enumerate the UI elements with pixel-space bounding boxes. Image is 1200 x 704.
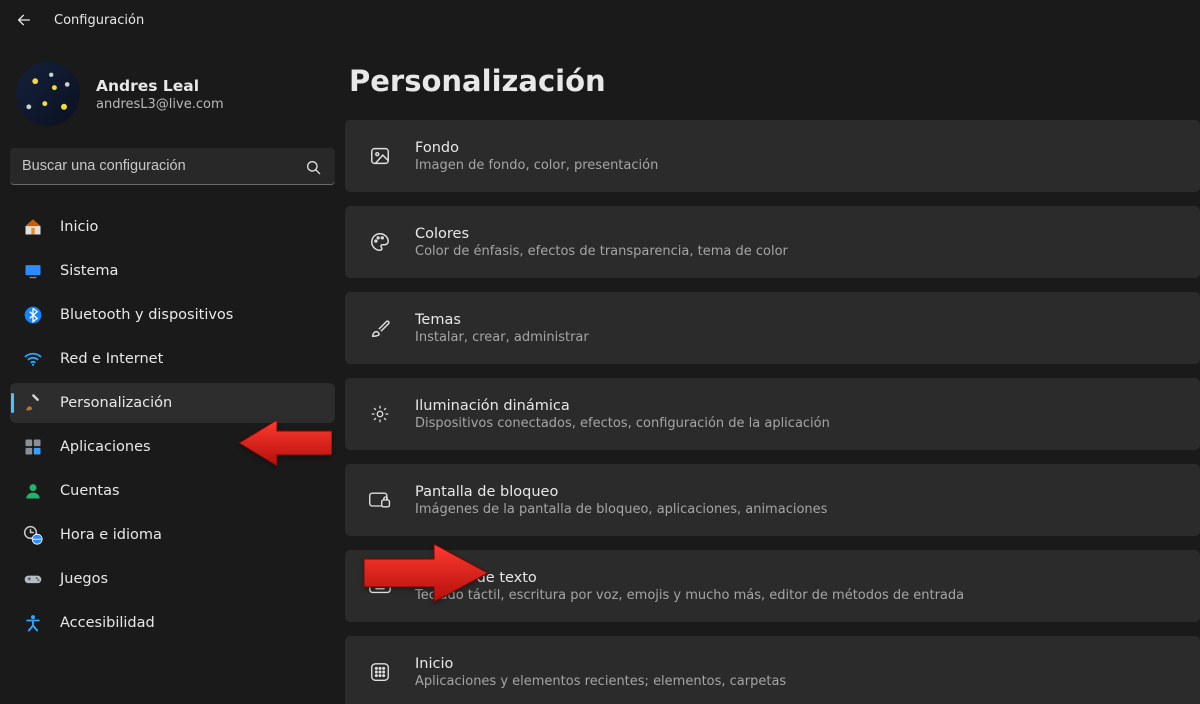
card-colors[interactable]: Colores Color de énfasis, efectos de tra… [345,206,1200,278]
page-title: Personalización [345,64,1200,120]
main-panel: Personalización Fondo Imagen de fondo, c… [345,40,1200,704]
apps-icon [22,436,44,458]
card-subtitle: Instalar, crear, administrar [415,330,589,345]
card-title: Temas [415,312,589,328]
card-title: Entrada de texto [415,570,964,586]
sidebar-item-personalization[interactable]: Personalización [10,383,335,423]
card-title: Fondo [415,140,658,156]
keyboard-icon [367,573,393,599]
sidebar-item-network[interactable]: Red e Internet [10,339,335,379]
sidebar-item-label: Red e Internet [60,351,163,367]
card-title: Pantalla de bloqueo [415,484,827,500]
card-subtitle: Imagen de fondo, color, presentación [415,158,658,173]
bluetooth-icon [22,304,44,326]
card-lock-screen[interactable]: Pantalla de bloqueo Imágenes de la panta… [345,464,1200,536]
sidebar-item-accessibility[interactable]: Accesibilidad [10,603,335,643]
sidebar-item-label: Sistema [60,263,118,279]
user-name: Andres Leal [96,77,224,95]
card-text: Inicio Aplicaciones y elementos reciente… [415,656,786,689]
palette-icon [367,229,393,255]
app-title: Configuración [54,13,144,28]
card-list: Fondo Imagen de fondo, color, presentaci… [345,120,1200,704]
card-subtitle: Color de énfasis, efectos de transparenc… [415,244,788,259]
accessibility-icon [22,612,44,634]
time-lang-icon [22,524,44,546]
sidebar-item-accounts[interactable]: Cuentas [10,471,335,511]
card-subtitle: Teclado táctil, escritura por voz, emoji… [415,588,964,603]
search-wrap [10,148,335,185]
title-bar: Configuración [0,0,1200,40]
card-text: Fondo Imagen de fondo, color, presentaci… [415,140,658,173]
user-block[interactable]: Andres Leal andresL3@live.com [10,54,335,144]
image-icon [367,143,393,169]
start-icon [367,659,393,685]
body: Andres Leal andresL3@live.com [0,40,1200,704]
system-icon [22,260,44,282]
avatar [16,62,80,126]
sidebar-item-label: Bluetooth y dispositivos [60,307,233,323]
card-text: Pantalla de bloqueo Imágenes de la panta… [415,484,827,517]
nav: Inicio Sistema [10,207,335,643]
spark-icon [367,401,393,427]
gamepad-icon [22,568,44,590]
card-start[interactable]: Inicio Aplicaciones y elementos reciente… [345,636,1200,704]
search-input[interactable] [10,148,335,185]
lock-screen-icon [367,487,393,513]
card-text: Entrada de texto Teclado táctil, escritu… [415,570,964,603]
card-text-input[interactable]: Entrada de texto Teclado táctil, escritu… [345,550,1200,622]
card-text: Temas Instalar, crear, administrar [415,312,589,345]
sidebar-item-gaming[interactable]: Juegos [10,559,335,599]
card-text: Iluminación dinámica Dispositivos conect… [415,398,830,431]
sidebar-item-label: Juegos [60,571,108,587]
user-text: Andres Leal andresL3@live.com [96,77,224,112]
user-email: andresL3@live.com [96,97,224,112]
sidebar-item-apps[interactable]: Aplicaciones [10,427,335,467]
card-title: Colores [415,226,788,242]
brush-icon [22,392,44,414]
search-icon [305,159,321,175]
sidebar-item-label: Aplicaciones [60,439,151,455]
sidebar-item-home[interactable]: Inicio [10,207,335,247]
back-button[interactable] [12,8,36,32]
sidebar-item-time-lang[interactable]: Hora e idioma [10,515,335,555]
sidebar-item-label: Inicio [60,219,98,235]
sidebar: Andres Leal andresL3@live.com [0,40,345,704]
account-icon [22,480,44,502]
card-background[interactable]: Fondo Imagen de fondo, color, presentaci… [345,120,1200,192]
card-title: Iluminación dinámica [415,398,830,414]
sidebar-item-label: Accesibilidad [60,615,155,631]
sidebar-item-label: Cuentas [60,483,120,499]
card-subtitle: Imágenes de la pantalla de bloqueo, apli… [415,502,827,517]
brush-icon [367,315,393,341]
sidebar-item-bluetooth[interactable]: Bluetooth y dispositivos [10,295,335,335]
wifi-icon [22,348,44,370]
card-subtitle: Aplicaciones y elementos recientes; elem… [415,674,786,689]
card-dynamic-lighting[interactable]: Iluminación dinámica Dispositivos conect… [345,378,1200,450]
card-subtitle: Dispositivos conectados, efectos, config… [415,416,830,431]
sidebar-item-label: Personalización [60,395,172,411]
card-title: Inicio [415,656,786,672]
settings-app: Configuración Andres Leal andresL3@live.… [0,0,1200,704]
sidebar-item-system[interactable]: Sistema [10,251,335,291]
home-icon [22,216,44,238]
sidebar-item-label: Hora e idioma [60,527,162,543]
card-themes[interactable]: Temas Instalar, crear, administrar [345,292,1200,364]
card-text: Colores Color de énfasis, efectos de tra… [415,226,788,259]
